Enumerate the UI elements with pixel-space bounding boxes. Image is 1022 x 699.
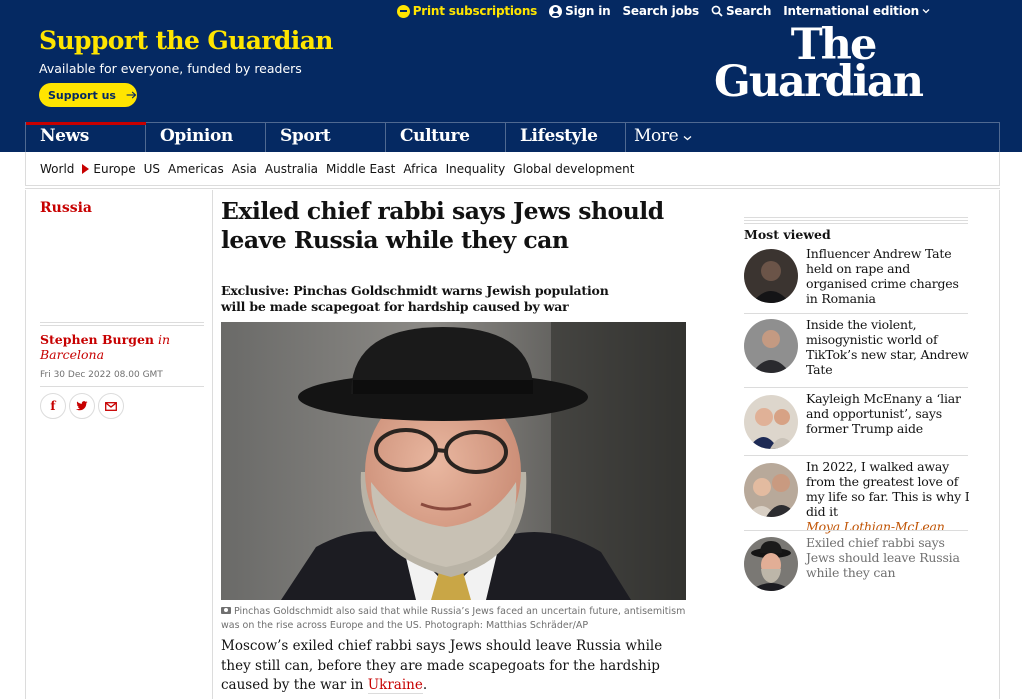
most-viewed-item[interactable]: Kayleigh McEnany a ‘liar and opportunist… bbox=[744, 387, 968, 456]
subnav-item-africa[interactable]: Africa bbox=[403, 162, 437, 176]
byline: Stephen Burgen in Barcelona bbox=[40, 332, 208, 362]
user-icon bbox=[549, 4, 563, 18]
twitter-icon bbox=[76, 401, 88, 411]
pillar-lifestyle[interactable]: Lifestyle bbox=[506, 123, 626, 152]
publication-date: Fri 30 Dec 2022 08.00 GMT bbox=[40, 370, 163, 380]
subnav-item-middle-east[interactable]: Middle East bbox=[326, 162, 395, 176]
pillar-sport[interactable]: Sport bbox=[266, 123, 386, 152]
body-paragraph-end: . bbox=[422, 677, 428, 693]
pillar-nav: News Opinion Sport Culture Lifestyle Mor… bbox=[0, 122, 1022, 152]
share-facebook-button[interactable]: f bbox=[40, 393, 66, 419]
newspaper-icon bbox=[396, 4, 410, 18]
edition-selector[interactable]: International edition bbox=[783, 4, 930, 18]
masthead: Support the Guardian Available for every… bbox=[0, 22, 1022, 122]
left-frame-line bbox=[25, 190, 26, 699]
most-viewed-thumbnail bbox=[744, 395, 798, 449]
most-viewed-thumbnail bbox=[744, 249, 798, 303]
subnav-item-europe[interactable]: Europe bbox=[82, 162, 136, 176]
more-label: More bbox=[634, 126, 679, 146]
logo-line-2: Guardian bbox=[713, 56, 924, 107]
sign-in-label: Sign in bbox=[565, 4, 611, 18]
subnav-item-inequality[interactable]: Inequality bbox=[446, 162, 506, 176]
chevron-down-icon bbox=[683, 136, 692, 141]
sign-in-link[interactable]: Sign in bbox=[549, 4, 611, 18]
article-headline: Exiled chief rabbi says Jews should leav… bbox=[221, 197, 664, 254]
subnav-divider bbox=[25, 185, 1000, 189]
author-location: Barcelona bbox=[40, 347, 105, 362]
camera-icon bbox=[221, 607, 231, 614]
search-jobs-link[interactable]: Search jobs bbox=[622, 4, 699, 18]
portrait-illustration bbox=[221, 322, 686, 600]
current-marker-icon bbox=[82, 164, 90, 174]
subnav-item-americas[interactable]: Americas bbox=[168, 162, 224, 176]
image-caption-text: Pinchas Goldschmidt also said that while… bbox=[221, 606, 686, 631]
more-menu[interactable]: More bbox=[626, 123, 692, 152]
most-viewed-item[interactable]: Influencer Andrew Tate held on rape and … bbox=[744, 244, 968, 314]
share-twitter-button[interactable] bbox=[69, 393, 95, 419]
pillar-culture[interactable]: Culture bbox=[386, 123, 506, 152]
support-us-label: Support us bbox=[48, 88, 116, 102]
subnav-item-asia[interactable]: Asia bbox=[232, 162, 257, 176]
article-standfirst: Exclusive: Pinchas Goldschmidt warns Jew… bbox=[221, 283, 609, 314]
most-viewed-thumbnail bbox=[744, 463, 798, 517]
date-divider bbox=[40, 386, 204, 387]
byline-divider bbox=[40, 322, 204, 326]
most-viewed-thumbnail bbox=[744, 537, 798, 591]
most-viewed-divider bbox=[744, 217, 968, 224]
most-viewed-item[interactable]: Exiled chief rabbi says Jews should leav… bbox=[744, 530, 968, 600]
guardian-logo[interactable]: The Guardian bbox=[703, 24, 933, 107]
image-caption: Pinchas Goldschmidt also said that while… bbox=[221, 605, 691, 633]
most-viewed-item[interactable]: Inside the violent, misogynistic world o… bbox=[744, 313, 969, 388]
search-icon bbox=[711, 5, 723, 17]
subnav-item-global-development[interactable]: Global development bbox=[513, 162, 634, 176]
subnav-item-world[interactable]: World bbox=[40, 162, 74, 176]
utility-bar: Print subscriptions Sign in Search jobs … bbox=[0, 0, 1022, 22]
section-label[interactable]: Russia bbox=[40, 200, 92, 216]
author-location-prefix: in bbox=[157, 332, 171, 347]
body-paragraph-text: Moscow’s exiled chief rabbi says Jews sh… bbox=[221, 638, 663, 693]
author-link[interactable]: Stephen Burgen bbox=[40, 332, 154, 347]
article-main-image bbox=[221, 322, 686, 600]
most-viewed-thumbnail bbox=[744, 319, 798, 373]
share-buttons: f bbox=[40, 393, 124, 419]
left-column-divider bbox=[212, 190, 213, 699]
support-subtitle: Available for everyone, funded by reader… bbox=[39, 61, 302, 76]
search-link[interactable]: Search bbox=[711, 4, 771, 18]
support-title: Support the Guardian bbox=[39, 26, 333, 55]
most-viewed-headline: Inside the violent, misogynistic world o… bbox=[806, 317, 969, 377]
edition-label: International edition bbox=[783, 4, 919, 18]
most-viewed-headline-text: In 2022, I walked away from the greatest… bbox=[806, 459, 970, 519]
most-viewed-item[interactable]: In 2022, I walked away from the greatest… bbox=[744, 455, 970, 534]
share-email-button[interactable] bbox=[98, 393, 124, 419]
subnav-item-europe-label: Europe bbox=[93, 162, 136, 176]
arrow-right-icon bbox=[126, 91, 137, 99]
right-frame-line bbox=[999, 190, 1000, 699]
most-viewed-headline: Exiled chief rabbi says Jews should leav… bbox=[806, 535, 960, 580]
pillar-list: News Opinion Sport Culture Lifestyle Mor… bbox=[25, 122, 1000, 152]
most-viewed-headline: In 2022, I walked away from the greatest… bbox=[806, 459, 970, 534]
most-viewed-heading: Most viewed bbox=[744, 227, 831, 242]
most-viewed-headline: Kayleigh McEnany a ‘liar and opportunist… bbox=[806, 391, 961, 436]
email-icon bbox=[105, 401, 117, 411]
print-subscriptions-label: Print subscriptions bbox=[412, 4, 538, 18]
utility-links: Print subscriptions Sign in Search jobs … bbox=[396, 0, 930, 22]
facebook-icon: f bbox=[50, 399, 56, 413]
subnav: World Europe US Americas Asia Australia … bbox=[25, 152, 1000, 186]
print-subscriptions-link[interactable]: Print subscriptions bbox=[396, 4, 538, 18]
subnav-item-australia[interactable]: Australia bbox=[265, 162, 318, 176]
search-label: Search bbox=[725, 4, 772, 18]
pillar-opinion[interactable]: Opinion bbox=[146, 123, 266, 152]
ukraine-link[interactable]: Ukraine bbox=[367, 677, 423, 694]
search-jobs-label: Search jobs bbox=[622, 4, 699, 18]
most-viewed-headline: Influencer Andrew Tate held on rape and … bbox=[806, 246, 959, 306]
article-body: Moscow’s exiled chief rabbi says Jews sh… bbox=[221, 637, 691, 696]
subnav-item-us[interactable]: US bbox=[144, 162, 160, 176]
pillar-news[interactable]: News bbox=[26, 122, 146, 152]
chevron-down-icon bbox=[922, 9, 930, 14]
support-us-button[interactable]: Support us bbox=[39, 83, 137, 107]
